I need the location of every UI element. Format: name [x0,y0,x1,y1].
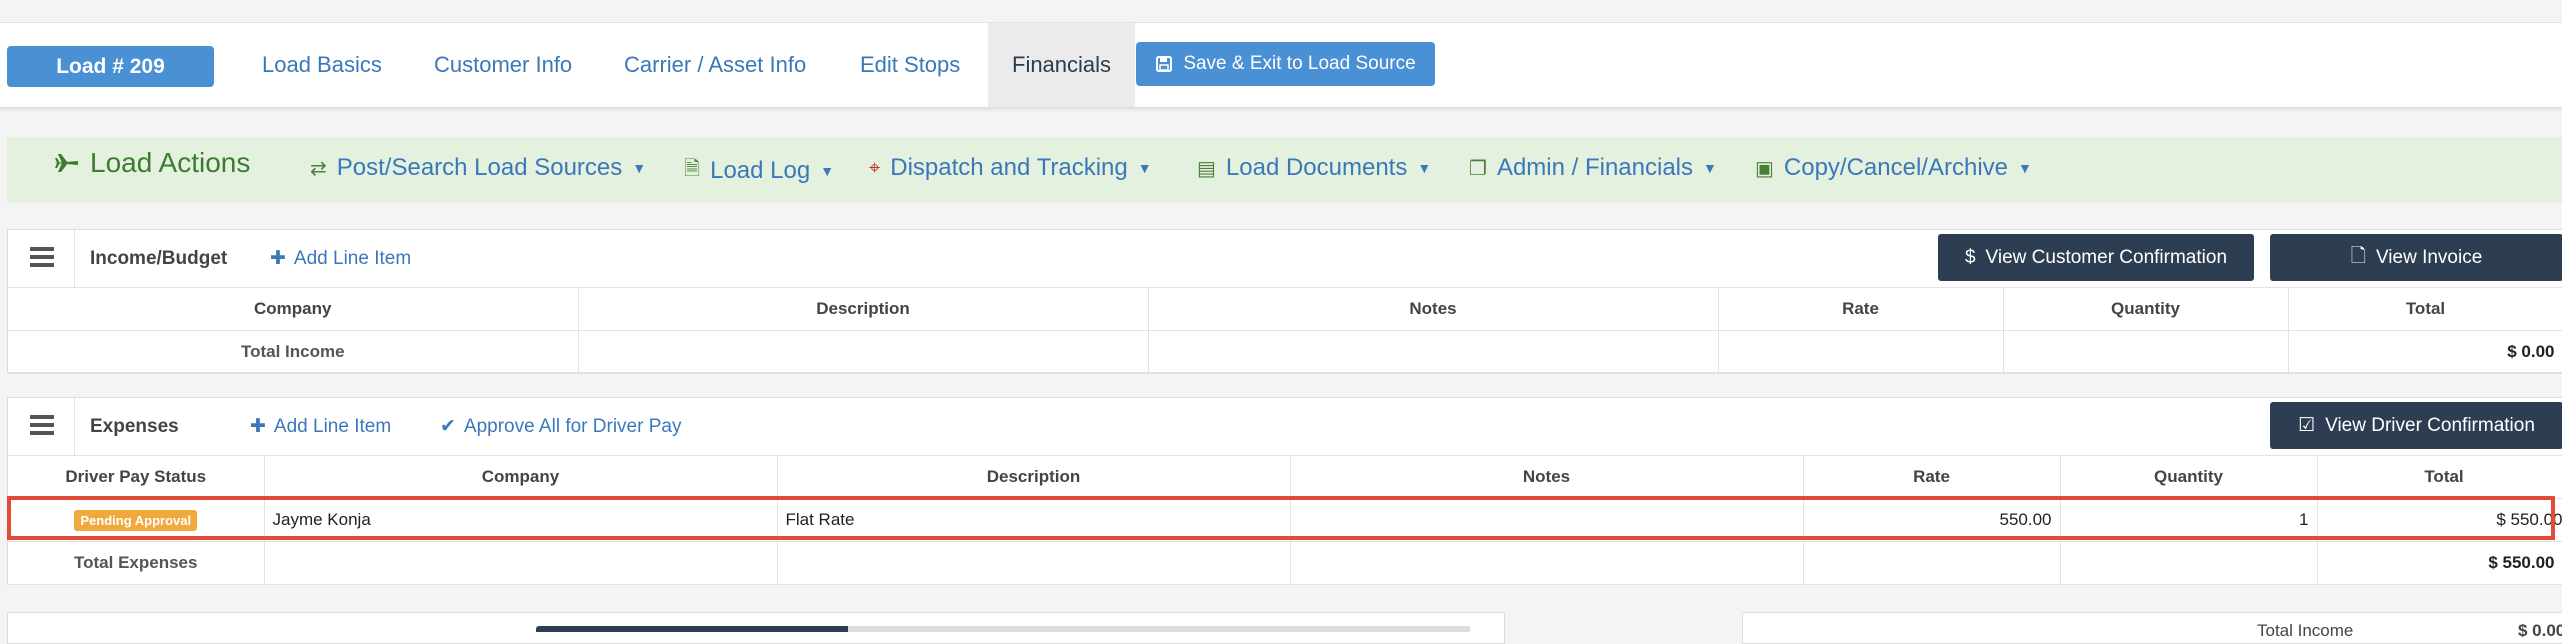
column-header: Company [264,455,778,499]
load-actions-title: Load Actions [52,147,250,179]
view-driver-confirmation-button[interactable]: ☑ View Driver Confirmation [2270,402,2562,449]
summary-panel: Total Income $ 0.00 [1742,612,2562,644]
load-tab-bar: Load # 209 Load Basics Customer Info Car… [0,22,2562,108]
plus-icon: ✚ [250,416,266,437]
caret-down-icon: ▼ [632,160,647,176]
income-table-header: Company Description Notes Rate Quantity … [8,287,2562,331]
tab-strip-inactive [848,626,1470,632]
tab-load-basics[interactable]: Load Basics [238,23,406,107]
copy-cancel-archive-menu[interactable]: ▣ Copy/Cancel/Archive ▼ [1755,154,2032,182]
header-divider [74,398,75,455]
file-text-icon: ▤ [1197,157,1216,180]
save-exit-label: Save & Exit to Load Source [1183,53,1416,74]
post-search-load-sources-label: Post/Search Load Sources [336,154,623,181]
caret-down-icon: ▼ [820,163,835,179]
expenses-panel-header: Expenses ✚ Add Line Item ✔ Approve All f… [8,398,2562,456]
total-income-value: $ 0.00 [2288,330,2562,374]
column-header: Quantity [2003,287,2289,331]
approve-all-driver-pay-link[interactable]: ✔ Approve All for Driver Pay [440,415,681,438]
view-invoice-button[interactable]: 🗋 View Invoice [2270,234,2562,281]
total-income-label: Total Income [8,330,579,374]
income-table: Company Description Notes Rate Quantity … [8,287,2562,374]
summary-total-income-label: Total Income [2257,621,2354,640]
highlight-annotation-box [7,496,2555,540]
summary-total-income-value: $ 0.00 [2518,621,2562,640]
dollar-icon: $ [1964,246,1976,268]
expenses-title: Expenses [90,416,179,437]
header-divider [74,230,75,287]
retweet-icon: ⇄ [310,157,327,180]
total-expenses-label: Total Expenses [8,541,265,585]
file-icon: 🗋 [2350,245,2366,267]
list-icon [30,415,54,435]
admin-financials-label: Admin / Financials [1496,154,1694,181]
column-header: Company [8,287,579,331]
file-search-icon: 🗎 [684,158,701,180]
copy-icon: ❐ [1469,157,1487,180]
copy-cancel-archive-label: Copy/Cancel/Archive [1783,154,2009,181]
check-icon: ✔ [440,416,456,437]
income-title: Income/Budget [90,248,228,269]
save-exit-button[interactable]: Save & Exit to Load Source [1136,42,1435,86]
income-add-line-item-link[interactable]: ✚ Add Line Item [270,247,411,270]
tab-edit-stops[interactable]: Edit Stops [836,23,984,107]
column-header: Notes [1148,287,1719,331]
save-icon [1156,56,1173,72]
column-header: Description [578,287,1149,331]
column-header: Driver Pay Status [8,455,265,499]
view-customer-confirmation-button[interactable]: $ View Customer Confirmation [1938,234,2254,281]
expenses-table-header: Driver Pay Status Company Description No… [8,455,2562,499]
income-budget-panel: Income/Budget ✚ Add Line Item $ View Cus… [7,229,2562,374]
caret-down-icon: ▼ [1703,160,1717,176]
tab-customer-info[interactable]: Customer Info [410,23,596,107]
income-panel-header: Income/Budget ✚ Add Line Item $ View Cus… [8,230,2562,288]
tab-carrier-asset-info[interactable]: Carrier / Asset Info [600,23,830,107]
column-header: Total [2317,455,2562,499]
column-header: Rate [1803,455,2061,499]
dispatch-tracking-label: Dispatch and Tracking [890,154,1128,181]
column-header: Notes [1290,455,1804,499]
expenses-add-line-item-link[interactable]: ✚ Add Line Item [250,415,391,438]
admin-financials-menu[interactable]: ❐ Admin / Financials ▼ [1469,154,1717,182]
caret-down-icon: ▼ [1137,160,1152,176]
bottom-left-panel [7,612,1505,644]
column-header: Total [2288,287,2562,331]
dispatch-tracking-menu[interactable]: ⌖ Dispatch and Tracking ▼ [869,154,1152,182]
window-top-strip [0,0,2562,22]
load-actions-bar: Load Actions ⇄ Post/Search Load Sources … [7,137,2562,203]
plane-icon [54,154,78,172]
caret-down-icon: ▼ [2018,160,2032,176]
tab-financials[interactable]: Financials [988,23,1136,107]
expenses-total-row: Total Expenses $ 550.00 [8,541,2562,585]
column-header: Rate [1718,287,2004,331]
post-search-load-sources-menu[interactable]: ⇄ Post/Search Load Sources ▼ [310,154,646,182]
crosshairs-icon: ⌖ [869,156,881,179]
column-header: Description [777,455,1291,499]
column-header: Quantity [2060,455,2318,499]
caret-down-icon: ▼ [1417,160,1432,176]
load-log-menu[interactable]: 🗎 Load Log ▼ [684,154,834,188]
income-total-row: Total Income $ 0.00 [8,330,2562,374]
load-log-label: Load Log [710,157,811,184]
check-square-icon: ☑ [2298,415,2316,436]
archive-icon: ▣ [1755,157,1774,180]
list-icon [30,247,54,267]
load-documents-label: Load Documents [1225,154,1408,181]
load-number-badge[interactable]: Load # 209 [7,46,214,87]
load-documents-menu[interactable]: ▤ Load Documents ▼ [1197,154,1431,182]
plus-icon: ✚ [270,248,286,269]
total-expenses-value: $ 550.00 [2317,541,2562,585]
expenses-panel: Expenses ✚ Add Line Item ✔ Approve All f… [7,397,2562,585]
